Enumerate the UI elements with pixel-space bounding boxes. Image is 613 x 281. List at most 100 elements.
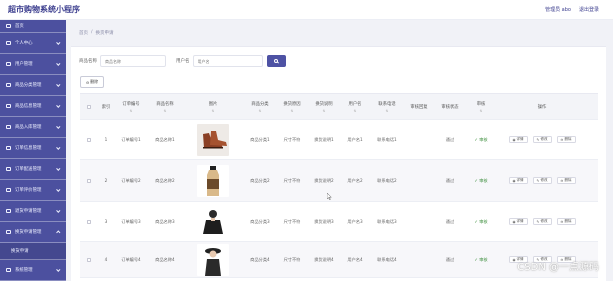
sidebar-item-returns[interactable]: 退货申请管理	[0, 201, 66, 222]
product-icon	[6, 104, 11, 108]
username-cell: 用户名1	[347, 136, 363, 142]
actions-cell: ◉ 详情 ✎ 修改 ⊖ 删除	[496, 120, 588, 159]
sidebar-item-reviews[interactable]: 订单评价管理	[0, 180, 66, 201]
logout-link[interactable]: 退出登录	[579, 6, 599, 13]
search-button[interactable]	[266, 55, 286, 67]
eye-icon: ◉	[512, 137, 516, 142]
shoe-sole	[203, 146, 223, 148]
reply-cell	[404, 202, 434, 241]
product-name-label: 商品名称	[79, 59, 97, 64]
exchange-icon	[6, 230, 11, 234]
review-cell: ✓ 审核	[466, 160, 496, 201]
detail-button[interactable]: ◉ 详情	[508, 136, 528, 143]
review-label: 审核	[479, 136, 488, 142]
settings-icon	[6, 268, 11, 272]
sidebar-item-category[interactable]: 商品分类管理	[0, 75, 66, 96]
column-header-label: 操作	[537, 104, 547, 110]
chevron-down-icon	[56, 103, 61, 108]
sidebar-subitem-exchange-request[interactable]: 换货申请	[0, 243, 66, 260]
sidebar-item-label: 换货申请	[11, 249, 29, 254]
review-link[interactable]: ✓ 审核	[474, 219, 487, 225]
sidebar-item-orders[interactable]: 订单信息管理	[0, 138, 66, 159]
sidebar-item-users[interactable]: 用户管理	[0, 54, 66, 75]
product-name-input[interactable]	[100, 55, 166, 67]
note-cell: 换货说明2	[314, 177, 334, 183]
column-header[interactable]: 订单编号 ⇅	[114, 94, 148, 119]
sort-icon: ⇅	[129, 108, 133, 113]
review-link[interactable]: ✓ 审核	[474, 257, 487, 263]
sidebar-item-profile[interactable]: 个人中心	[0, 33, 66, 54]
sidebar-item-label: 商品信息管理	[15, 104, 42, 109]
select-all-cell	[80, 94, 98, 119]
sidebar-item-system[interactable]: 系统管理	[0, 260, 66, 281]
row-checkbox[interactable]	[87, 219, 91, 224]
edit-button[interactable]: ✎ 修改	[532, 177, 552, 184]
delete-button[interactable]: ⊖ 删除	[556, 218, 576, 225]
bottle-label	[207, 178, 219, 189]
bulk-delete-button[interactable]: ⊖ 删除	[80, 76, 104, 88]
review-link[interactable]: ✓ 审核	[474, 178, 487, 184]
sidebar-item-label: 个人中心	[15, 41, 33, 46]
column-header[interactable]: 图片 ⇅	[182, 94, 244, 119]
edit-button[interactable]: ✎ 修改	[532, 136, 552, 143]
column-header: 审核状态	[434, 94, 466, 119]
username-cell: 用户名2	[347, 177, 363, 183]
delete-button[interactable]: ⊖ 删除	[556, 136, 576, 143]
column-header[interactable]: 联系电话 ⇅	[370, 94, 404, 119]
users-icon	[6, 62, 11, 66]
detail-button[interactable]: ◉ 详情	[508, 177, 528, 184]
table-row: 1 订单编号1 商品名称1 商品分类1 尺寸不符 换货说明1 用户名1 联系电话1 通过 ✓ 审核…	[80, 120, 598, 160]
person-head	[209, 250, 217, 257]
column-header[interactable]: 商品分类 ⇅	[244, 94, 276, 119]
image-cell	[182, 202, 244, 241]
column-header[interactable]: 商品名称 ⇅	[148, 94, 182, 119]
eye-icon: ◉	[512, 219, 516, 224]
sidebar-item-exchanges[interactable]: 换货申请管理	[0, 222, 66, 243]
return-icon	[6, 209, 11, 213]
sidebar-item-label: 订单信息管理	[15, 146, 42, 151]
phone-cell: 联系电话4	[377, 256, 397, 262]
select-all-checkbox[interactable]	[87, 104, 91, 109]
delete-button-label: 删除	[564, 137, 572, 141]
reply-cell	[404, 120, 434, 159]
select-cell	[80, 160, 98, 201]
breadcrumb-separator: /	[91, 30, 93, 35]
breadcrumb-home[interactable]: 首页	[79, 30, 88, 36]
index-cell: 3	[104, 219, 108, 224]
search-bar: 商品名称 用户名	[79, 54, 286, 68]
column-header[interactable]: 审核 ⇅	[466, 94, 496, 119]
column-header-label: 联系电话	[378, 101, 396, 107]
sidebar-item-products[interactable]: 商品信息管理	[0, 96, 66, 117]
app-title: 超市购物系统小程序	[8, 5, 80, 14]
column-header-label: 审核	[476, 101, 486, 107]
pencil-icon: ✎	[536, 178, 540, 183]
sidebar-item-home[interactable]: 首页	[0, 20, 66, 33]
sidebar-item-label: 退货申请管理	[15, 209, 42, 214]
username-input[interactable]	[192, 55, 263, 67]
pencil-icon: ✎	[536, 219, 540, 224]
breadcrumb: 首页 / 换货申请	[79, 30, 114, 36]
chevron-down-icon	[56, 61, 61, 66]
row-checkbox[interactable]	[87, 178, 91, 183]
delivery-icon	[6, 167, 11, 171]
column-header: 审核回复	[404, 94, 434, 119]
person-body	[205, 258, 221, 276]
status-cell: 通过	[445, 136, 455, 142]
person-head	[209, 209, 217, 218]
person-neck	[211, 217, 215, 221]
content-panel: 商品名称 用户名 ⊖ 删除 索引 订单编号⇅ 商品名称⇅ 图片⇅ 商品分类⇅	[71, 46, 606, 281]
sidebar-item-delivery[interactable]: 订单配送管理	[0, 159, 66, 180]
sidebar-item-stock-in[interactable]: 商品入库管理	[0, 117, 66, 138]
row-checkbox[interactable]	[87, 257, 91, 262]
chevron-up-icon	[56, 230, 61, 235]
edit-button[interactable]: ✎ 修改	[532, 218, 552, 225]
column-header[interactable]: 用户名 ⇅	[340, 94, 370, 119]
edit-button-label: 修改	[540, 137, 548, 141]
detail-button[interactable]: ◉ 详情	[508, 218, 528, 225]
reply-cell	[404, 160, 434, 201]
column-header[interactable]: 换货说明 ⇅	[308, 94, 340, 119]
column-header[interactable]: 换货原因 ⇅	[276, 94, 308, 119]
row-checkbox[interactable]	[87, 137, 91, 142]
delete-button[interactable]: ⊖ 删除	[556, 177, 576, 184]
review-link[interactable]: ✓ 审核	[474, 137, 487, 143]
